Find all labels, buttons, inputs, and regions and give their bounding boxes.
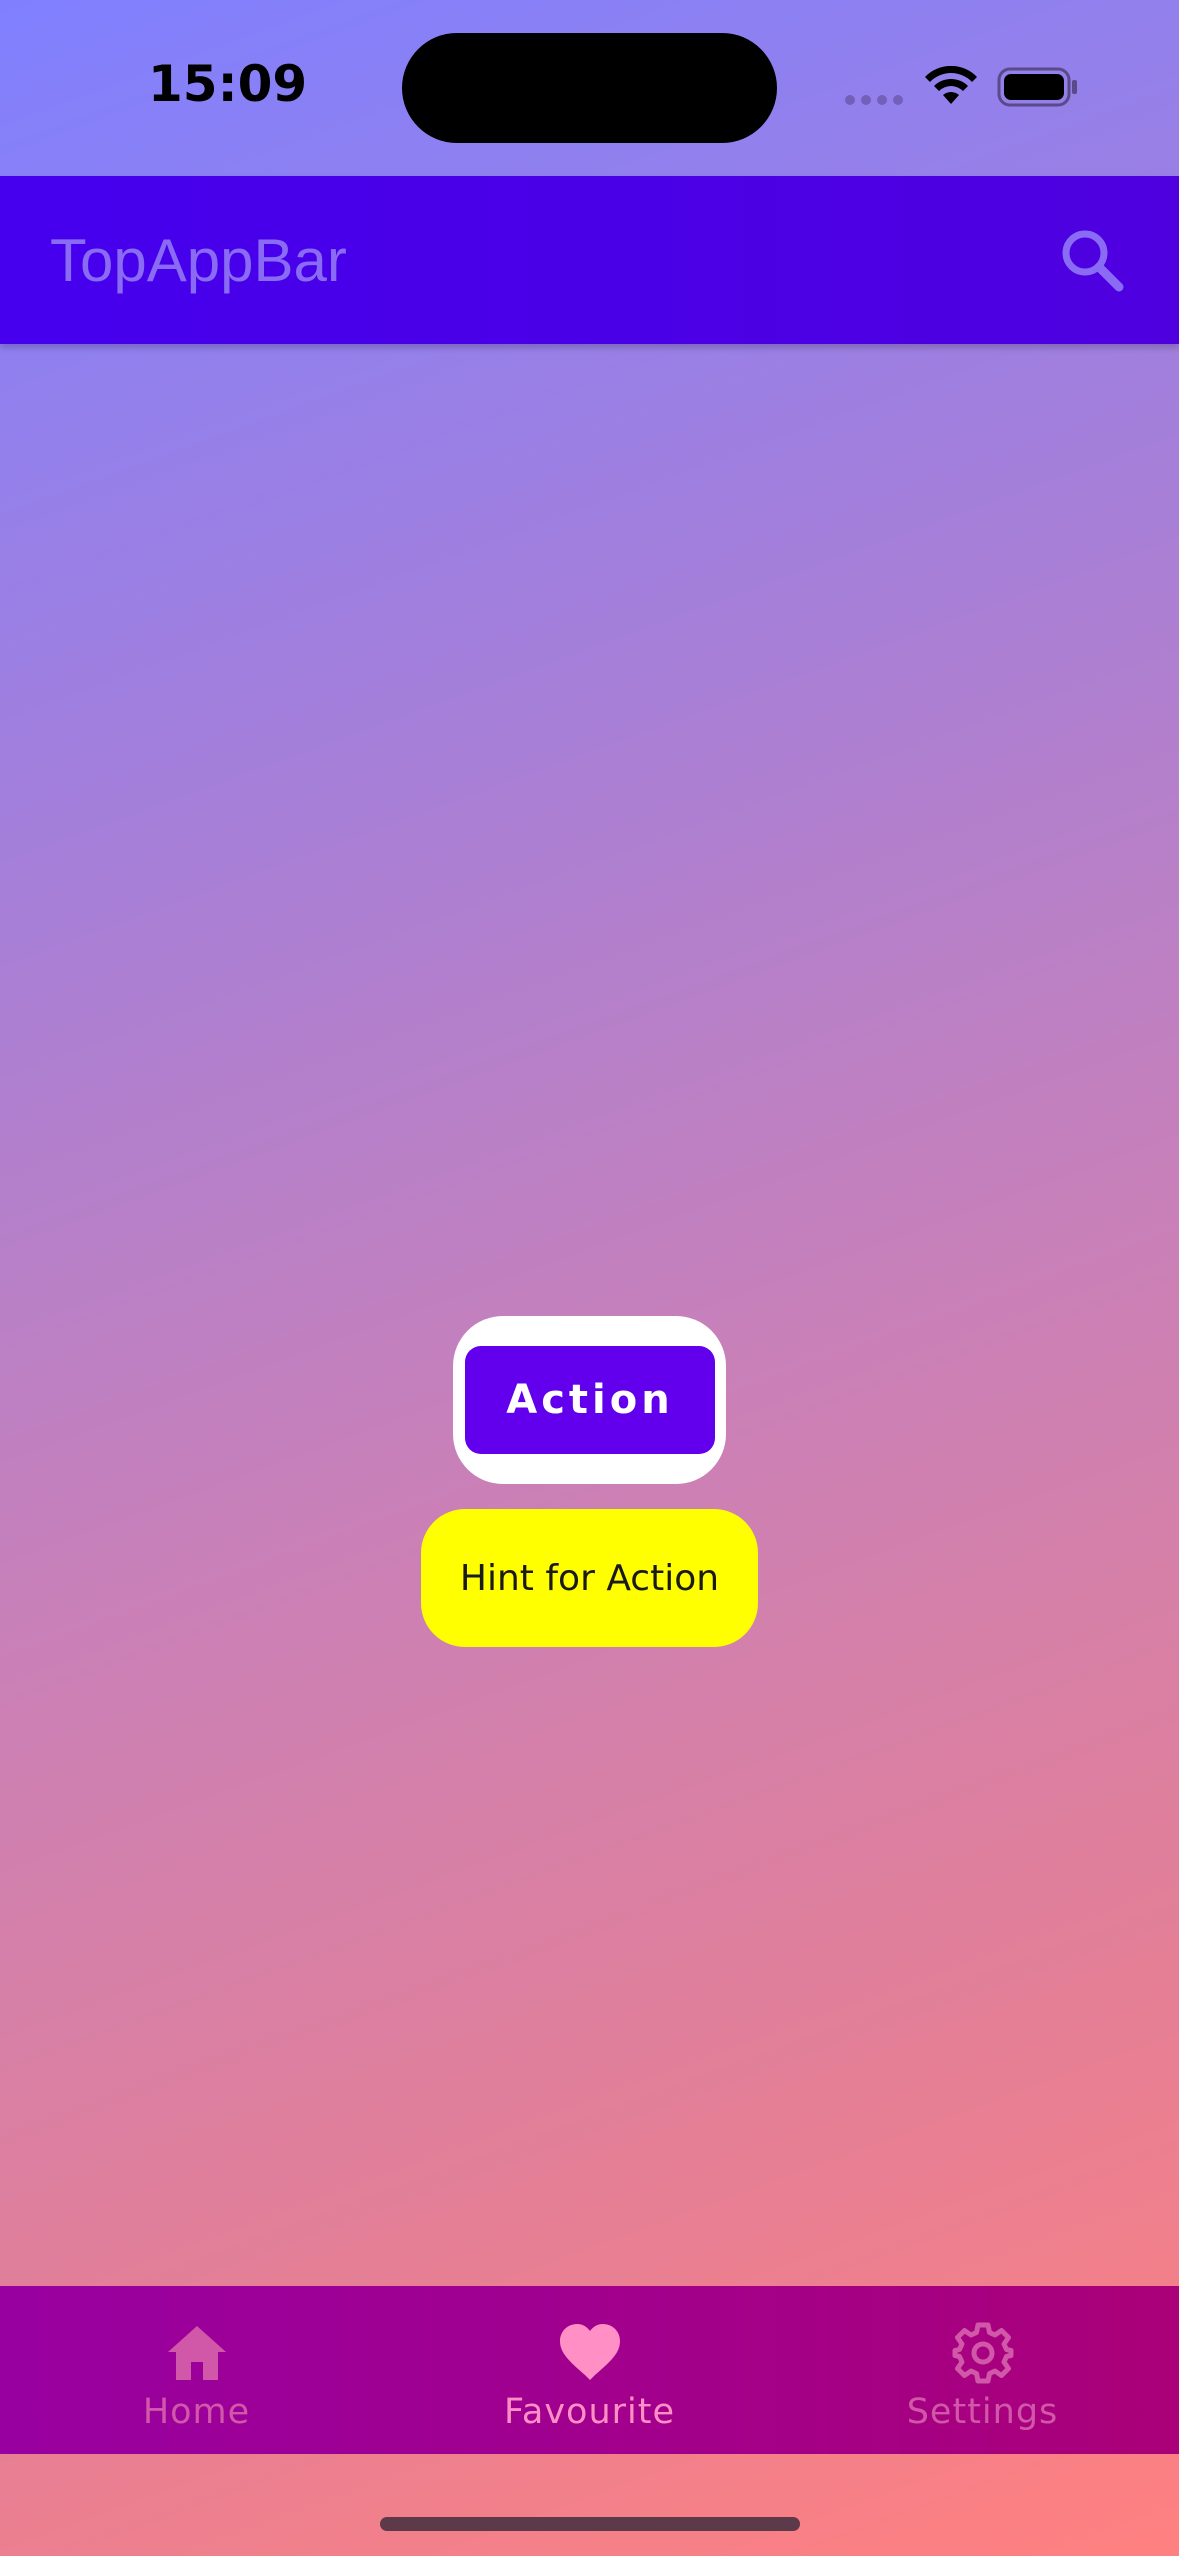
- status-time: 15:09: [148, 55, 308, 113]
- bottom-navigation: Home Favourite Settings: [0, 2286, 1179, 2454]
- signal-icon: [845, 95, 903, 105]
- dynamic-island: [402, 33, 777, 143]
- search-icon: [1062, 230, 1124, 292]
- wifi-icon: [925, 66, 977, 104]
- nav-item-settings[interactable]: Settings: [786, 2286, 1179, 2454]
- search-button[interactable]: [1052, 220, 1132, 300]
- home-icon: [167, 2326, 226, 2380]
- nav-label-favourite: Favourite: [503, 2392, 676, 2432]
- nav-label-home: Home: [142, 2392, 251, 2432]
- nav-label-settings: Settings: [906, 2392, 1059, 2432]
- heart-icon: [559, 2324, 620, 2380]
- action-button[interactable]: Action: [465, 1346, 715, 1454]
- nav-item-favourite[interactable]: Favourite: [393, 2286, 786, 2454]
- app-bar-title: TopAppBar: [50, 227, 347, 294]
- home-indicator[interactable]: [380, 2517, 800, 2531]
- status-bar: 15:09: [0, 0, 1179, 176]
- action-hint: Hint for Action: [421, 1509, 758, 1647]
- top-app-bar: TopAppBar: [0, 176, 1179, 344]
- battery-icon: [997, 67, 1077, 107]
- nav-item-home[interactable]: Home: [0, 2286, 393, 2454]
- gear-icon: [952, 2322, 1013, 2384]
